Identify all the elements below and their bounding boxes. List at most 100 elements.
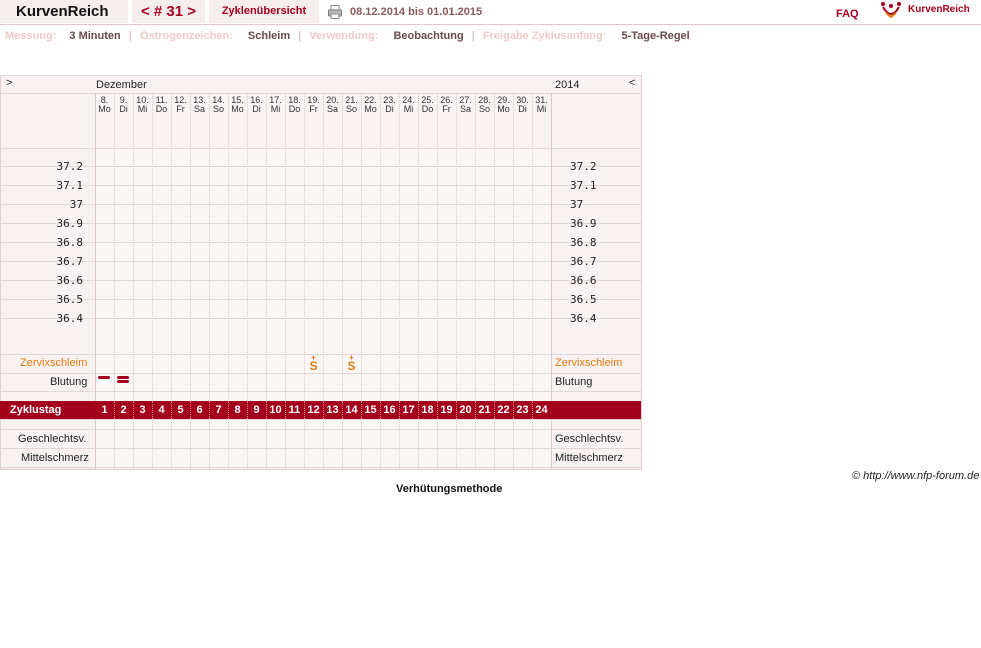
bleeding-mark[interactable] — [117, 376, 129, 379]
cycle-day-number[interactable]: 19 — [437, 404, 456, 416]
cycle-day-separator — [190, 401, 191, 419]
cycle-day-separator — [323, 401, 324, 419]
cycle-number-nav[interactable]: < # 31 > — [132, 0, 205, 23]
cycle-day-number[interactable]: 20 — [456, 404, 475, 416]
day-header[interactable]: 9. Di — [114, 96, 133, 114]
cycle-day-separator — [114, 401, 115, 419]
print-icon[interactable] — [328, 5, 342, 19]
temp-label-right: 36.6 — [570, 274, 597, 287]
grid-line — [0, 223, 641, 224]
grid-line — [0, 299, 641, 300]
day-header[interactable]: 10. Mi — [133, 96, 152, 114]
cycle-chart: > Dezember 2014 < Zervixschleim Zervixsc… — [0, 75, 642, 470]
temp-label-right: 36.7 — [570, 255, 597, 268]
day-header[interactable]: 15. Mo — [228, 96, 247, 114]
cycle-day-number[interactable]: 1 — [95, 404, 114, 416]
temp-label-left: 36.8 — [56, 236, 84, 249]
day-header[interactable]: 17. Mi — [266, 96, 285, 114]
cycle-day-number[interactable]: 10 — [266, 404, 285, 416]
day-header[interactable]: 20. Sa — [323, 96, 342, 114]
cycle-day-number[interactable]: 9 — [247, 404, 266, 416]
separator: | — [298, 30, 302, 42]
temp-label-left: 37.1 — [56, 179, 84, 192]
cycle-day-number[interactable]: 15 — [361, 404, 380, 416]
day-header[interactable]: 16. Di — [247, 96, 266, 114]
temp-label-left: 37.2 — [56, 160, 84, 173]
day-header[interactable]: 29. Mo — [494, 96, 513, 114]
tab-cycle-overview[interactable]: Zyklenübersicht — [209, 0, 319, 23]
temp-label-left: 36.5 — [56, 293, 84, 306]
cycle-day-number[interactable]: 16 — [380, 404, 399, 416]
cycle-day-number[interactable]: 24 — [532, 404, 551, 416]
day-header[interactable]: 22. Mo — [361, 96, 380, 114]
day-weekday: Sa — [193, 104, 205, 114]
cycle-day-number[interactable]: 3 — [133, 404, 152, 416]
day-header[interactable]: 28. So — [475, 96, 494, 114]
day-weekday: Di — [385, 104, 394, 114]
cervix-mark[interactable]: + S — [304, 354, 323, 373]
cycle-day-number[interactable]: 6 — [190, 404, 209, 416]
day-header[interactable]: 8. Mo — [95, 96, 114, 114]
cycle-day-number[interactable]: 8 — [228, 404, 247, 416]
cycle-day-number[interactable]: 13 — [323, 404, 342, 416]
cycle-day-separator — [437, 401, 438, 419]
setting-measurement-label: Messung: — [5, 30, 57, 42]
temp-label-left: 36.7 — [56, 255, 84, 268]
grid-line — [0, 185, 641, 186]
setting-measurement-value: 3 Minuten — [69, 30, 121, 42]
cycle-day-number[interactable]: 11 — [285, 404, 304, 416]
day-header[interactable]: 31. Mi — [532, 96, 551, 114]
logo-icon — [881, 2, 901, 19]
cycle-day-separator — [513, 401, 514, 419]
cycle-day-separator — [152, 401, 153, 419]
day-header[interactable]: 27. Sa — [456, 96, 475, 114]
day-weekday: Mo — [364, 104, 377, 114]
cycle-day-number[interactable]: 18 — [418, 404, 437, 416]
temp-label-right: 36.9 — [570, 217, 597, 230]
day-weekday: Mi — [403, 104, 414, 114]
day-header[interactable]: 26. Fr — [437, 96, 456, 114]
grid-line — [0, 318, 641, 319]
temp-label-left: 36.6 — [56, 274, 84, 287]
cervix-mark[interactable]: + S — [342, 354, 361, 373]
day-header[interactable]: 30. Di — [513, 96, 532, 114]
top-bar: KurvenReich < # 31 > Zyklenübersicht 08.… — [0, 0, 981, 25]
cycle-day-separator — [209, 401, 210, 419]
cycle-day-number[interactable]: 21 — [475, 404, 494, 416]
cycle-day-separator — [399, 401, 400, 419]
temp-label-right: 37.1 — [570, 179, 597, 192]
day-weekday: So — [478, 104, 490, 114]
cervix-mark-symbol: S — [347, 359, 356, 373]
day-weekday: Mi — [536, 104, 547, 114]
grid-line — [0, 429, 641, 430]
day-header[interactable]: 18. Do — [285, 96, 304, 114]
grid-line — [0, 280, 641, 281]
cycle-day-number[interactable]: 4 — [152, 404, 171, 416]
cycle-day-separator — [475, 401, 476, 419]
bleeding-mark[interactable] — [117, 380, 129, 383]
day-header[interactable]: 14. So — [209, 96, 228, 114]
day-header[interactable]: 25. Do — [418, 96, 437, 114]
cycle-day-number[interactable]: 5 — [171, 404, 190, 416]
bleeding-mark[interactable] — [98, 376, 110, 379]
day-header[interactable]: 24. Mi — [399, 96, 418, 114]
day-header[interactable]: 19. Fr — [304, 96, 323, 114]
day-header[interactable]: 12. Fr — [171, 96, 190, 114]
cycle-day-number[interactable]: 17 — [399, 404, 418, 416]
day-header[interactable]: 13. Sa — [190, 96, 209, 114]
cycle-day-number[interactable]: 12 — [304, 404, 323, 416]
setting-cycle-start-label: Freigabe Zyklusanfang: — [482, 30, 607, 42]
cycle-day-number[interactable]: 22 — [494, 404, 513, 416]
day-header[interactable]: 23. Di — [380, 96, 399, 114]
day-weekday: So — [212, 104, 224, 114]
cycle-day-number[interactable]: 7 — [209, 404, 228, 416]
day-weekday: Fr — [176, 104, 185, 114]
day-weekday: Fr — [309, 104, 318, 114]
day-header[interactable]: 11. Do — [152, 96, 171, 114]
day-header[interactable]: 21. So — [342, 96, 361, 114]
faq-link[interactable]: FAQ — [836, 2, 859, 26]
cycle-day-number[interactable]: 14 — [342, 404, 361, 416]
cycle-day-number[interactable]: 23 — [513, 404, 532, 416]
cycle-day-separator — [304, 401, 305, 419]
cycle-day-number[interactable]: 2 — [114, 404, 133, 416]
